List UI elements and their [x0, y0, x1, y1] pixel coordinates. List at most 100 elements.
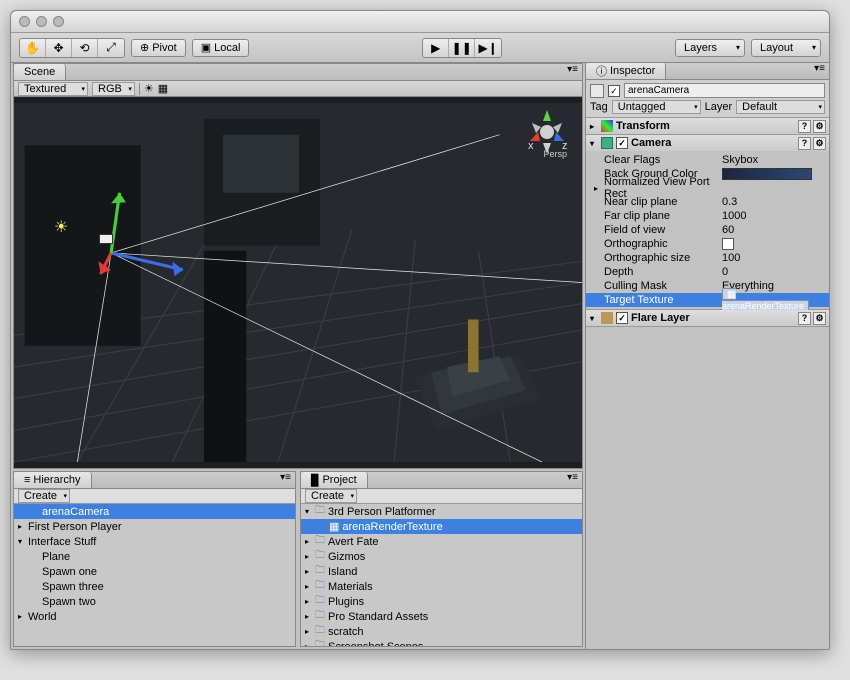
expand-icon[interactable]: ▸ [18, 612, 28, 621]
object-name-field[interactable] [624, 83, 825, 98]
titlebar[interactable] [11, 11, 829, 33]
rendermode-dropdown[interactable]: RGB [92, 82, 135, 96]
rotate-tool-icon[interactable]: ⟲ [72, 39, 98, 57]
camera-enabled-checkbox[interactable]: ✓ [616, 137, 628, 149]
expand-icon[interactable]: ▾ [18, 537, 28, 546]
expand-icon[interactable]: ▾ [305, 507, 315, 516]
hierarchy-item[interactable]: Spawn one [14, 564, 295, 579]
property-row[interactable]: ▸Normalized View Port Rect [604, 181, 825, 195]
fold-icon[interactable]: ▾ [590, 314, 598, 323]
tag-dropdown[interactable]: Untagged [612, 100, 701, 114]
object-field[interactable]: ▦ arenaRenderTexture [722, 288, 809, 312]
project-create-dropdown[interactable]: Create [305, 489, 357, 503]
tab-hierarchy[interactable]: ≡Hierarchy [14, 472, 92, 488]
project-item[interactable]: ▸🗀Pro Standard Assets [301, 609, 582, 624]
project-list[interactable]: ▾🗀3rd Person Platformer▦arenaRenderTextu… [301, 504, 582, 646]
close-dot[interactable] [19, 16, 30, 27]
property-row[interactable]: Depth0 [604, 265, 825, 279]
flare-enabled-checkbox[interactable]: ✓ [616, 312, 628, 324]
gear-icon[interactable]: ⚙ [813, 312, 826, 325]
hierarchy-item[interactable]: ▸World [14, 609, 295, 624]
property-value[interactable]: 100 [722, 252, 740, 264]
step-icon[interactable]: ▶❙ [475, 39, 501, 57]
audio-toggle-icon[interactable]: ▦ [158, 82, 168, 95]
layer-dropdown[interactable]: Default [736, 100, 825, 114]
property-row[interactable]: Target Texture▦ arenaRenderTexture [586, 293, 829, 307]
expand-icon[interactable]: ▸ [305, 552, 315, 561]
fold-icon[interactable]: ▸ [590, 122, 598, 131]
expand-icon[interactable]: ▸ [305, 642, 315, 646]
property-checkbox[interactable] [722, 238, 734, 250]
hierarchy-options-icon[interactable]: ▾≡ [280, 472, 291, 483]
pause-icon[interactable]: ❚❚ [449, 39, 475, 57]
expand-icon[interactable]: ▸ [305, 537, 315, 546]
gear-icon[interactable]: ⚙ [813, 137, 826, 150]
hand-tool-icon[interactable]: ✋ [20, 39, 46, 57]
shading-dropdown[interactable]: Textured [18, 82, 88, 96]
camera-header[interactable]: ▾ ✓ Camera ?⚙ [586, 135, 829, 151]
flare-header[interactable]: ▾ ✓ Flare Layer ?⚙ [586, 310, 829, 326]
project-item[interactable]: ▸🗀Gizmos [301, 549, 582, 564]
help-icon[interactable]: ? [798, 312, 811, 325]
hierarchy-item[interactable]: ▾Interface Stuff [14, 534, 295, 549]
expand-icon[interactable]: ▸ [305, 612, 315, 621]
light-toggle-icon[interactable]: ☀ [144, 82, 154, 95]
tab-project[interactable]: ▉Project [301, 472, 368, 488]
project-item[interactable]: ▸🗀Avert Fate [301, 534, 582, 549]
project-item[interactable]: ▸🗀scratch [301, 624, 582, 639]
transform-header[interactable]: ▸ Transform ?⚙ [586, 118, 829, 134]
expand-icon[interactable]: ▸ [305, 627, 315, 636]
pivot-toggle[interactable]: ⊕ Pivot [131, 39, 186, 57]
expand-icon[interactable]: ▸ [305, 567, 315, 576]
hierarchy-item[interactable]: Spawn two [14, 594, 295, 609]
play-icon[interactable]: ▶ [423, 39, 449, 57]
help-icon[interactable]: ? [798, 137, 811, 150]
scale-tool-icon[interactable]: ⤢ [98, 39, 124, 57]
move-tool-icon[interactable]: ✥ [46, 39, 72, 57]
hierarchy-create-dropdown[interactable]: Create [18, 489, 70, 503]
layers-dropdown[interactable]: Layers [675, 39, 745, 57]
property-row[interactable]: Orthographic [604, 237, 825, 251]
fold-icon[interactable]: ▸ [594, 184, 604, 193]
scene-viewport[interactable]: ☀ x z Persp [14, 97, 582, 468]
project-item[interactable]: ▸🗀Screenshot Scenes [301, 639, 582, 646]
camera-gizmo-icon[interactable] [99, 234, 113, 244]
property-row[interactable]: Clear FlagsSkybox [604, 153, 825, 167]
property-row[interactable]: Near clip plane0.3 [604, 195, 825, 209]
layout-dropdown[interactable]: Layout [751, 39, 821, 57]
project-item[interactable]: ▸🗀Plugins [301, 594, 582, 609]
project-item[interactable]: ▸🗀Materials [301, 579, 582, 594]
scene-options-icon[interactable]: ▾≡ [567, 64, 578, 75]
zoom-dot[interactable] [53, 16, 64, 27]
gear-icon[interactable]: ⚙ [813, 120, 826, 133]
tab-inspector[interactable]: ⓘInspector [586, 63, 666, 79]
project-item[interactable]: ▦arenaRenderTexture [301, 519, 582, 534]
help-icon[interactable]: ? [798, 120, 811, 133]
expand-icon[interactable]: ▸ [305, 582, 315, 591]
property-row[interactable]: Far clip plane1000 [604, 209, 825, 223]
local-toggle[interactable]: ▣ Local [192, 39, 250, 57]
active-checkbox[interactable]: ✓ [608, 85, 620, 97]
hierarchy-item[interactable]: Plane [14, 549, 295, 564]
project-options-icon[interactable]: ▾≡ [567, 472, 578, 483]
property-value[interactable]: Skybox [722, 154, 758, 166]
project-item[interactable]: ▸🗀Island [301, 564, 582, 579]
property-value[interactable]: 1000 [722, 210, 746, 222]
inspector-options-icon[interactable]: ▾≡ [814, 63, 825, 74]
property-row[interactable]: Orthographic size100 [604, 251, 825, 265]
hierarchy-item[interactable]: arenaCamera [14, 504, 295, 519]
tab-scene[interactable]: Scene [14, 64, 66, 80]
hierarchy-item[interactable]: ▸First Person Player [14, 519, 295, 534]
minimize-dot[interactable] [36, 16, 47, 27]
color-field[interactable] [722, 168, 812, 180]
light-gizmo-icon[interactable]: ☀ [54, 217, 68, 237]
project-item[interactable]: ▾🗀3rd Person Platformer [301, 504, 582, 519]
property-value[interactable]: 0.3 [722, 196, 737, 208]
hierarchy-item[interactable]: Spawn three [14, 579, 295, 594]
expand-icon[interactable]: ▸ [18, 522, 28, 531]
property-row[interactable]: Field of view60 [604, 223, 825, 237]
property-value[interactable]: 60 [722, 224, 734, 236]
fold-icon[interactable]: ▾ [590, 139, 598, 148]
expand-icon[interactable]: ▸ [305, 597, 315, 606]
property-value[interactable]: 0 [722, 266, 728, 278]
